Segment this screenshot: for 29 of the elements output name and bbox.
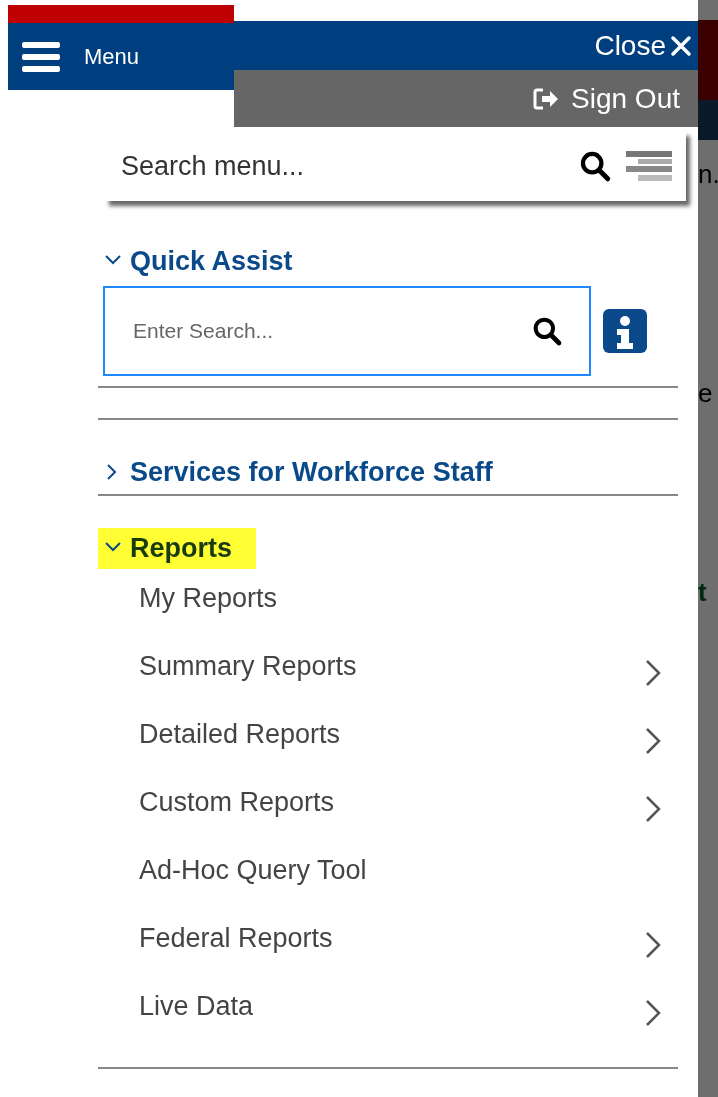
section-header[interactable]: Reports [98,528,256,569]
menu-item[interactable]: Live Data [98,978,678,1047]
menu-item[interactable]: Federal Reports [98,910,678,979]
menu-item[interactable]: Custom Reports [98,774,678,843]
search-icon[interactable] [578,149,612,183]
background-text: n. [698,158,718,191]
menu-item[interactable]: Detailed Reports [98,706,678,775]
menu-item[interactable]: My Reports [98,570,678,639]
section-header[interactable]: Services for Workforce Staff [98,451,497,492]
background-text: e [698,377,714,410]
section-header[interactable]: Quick Assist [98,241,297,282]
sign-out-button[interactable]: Sign Out [529,77,680,120]
close-button[interactable]: Close [594,24,692,67]
chevron-right-icon [644,998,662,1027]
menu-icon[interactable] [22,39,60,74]
info-icon[interactable] [603,308,647,353]
search-box[interactable]: Enter Search... [103,285,591,376]
list-icon[interactable] [626,149,672,183]
chevron-right-icon [644,794,662,823]
background-text: t [698,576,708,609]
search-menu-field[interactable]: Search menu... [121,145,578,187]
search-field[interactable]: Enter Search... [133,314,531,347]
close-icon [670,34,692,57]
chevron-right-icon [644,726,662,755]
menu-label[interactable]: Menu [84,40,140,73]
menu-item[interactable]: Ad-Hoc Query Tool [98,842,678,911]
chevron-right-icon [644,658,662,687]
menu-item[interactable]: Summary Reports [98,638,678,707]
chevron-right-icon [644,930,662,959]
